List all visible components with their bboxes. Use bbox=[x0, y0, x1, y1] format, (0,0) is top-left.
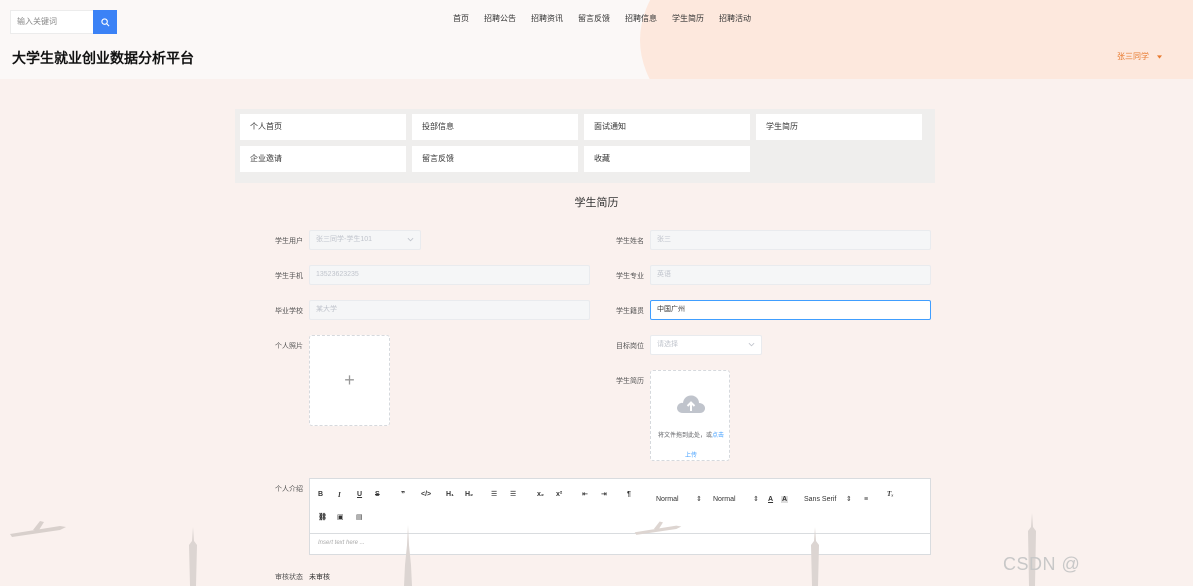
nav-events[interactable]: 招聘活动 bbox=[719, 13, 751, 24]
search-button[interactable] bbox=[93, 10, 117, 34]
phone-field[interactable]: 13523623235 bbox=[309, 265, 590, 285]
airplane-decoration bbox=[634, 521, 682, 535]
header: 输入关键词 首页 招聘公告 招聘资讯 留言反馈 招聘信息 学生简历 招聘活动 大… bbox=[0, 0, 1193, 79]
header-select[interactable]: Normal ⇕ bbox=[656, 495, 702, 503]
search-icon bbox=[100, 17, 109, 26]
phone-label: 学生手机 bbox=[275, 273, 303, 280]
photo-upload[interactable]: + bbox=[309, 335, 390, 426]
subscript-button[interactable]: x₂ bbox=[537, 491, 544, 498]
tower-decoration bbox=[189, 527, 197, 586]
school-label: 毕业学校 bbox=[275, 308, 303, 315]
major-field[interactable]: 英语 bbox=[650, 265, 931, 285]
menu-personal-home[interactable]: 个人首页 bbox=[240, 114, 406, 140]
h1-button[interactable]: H₁ bbox=[446, 491, 454, 498]
photo-label: 个人照片 bbox=[275, 343, 303, 350]
image-icon[interactable]: ▣ bbox=[337, 513, 344, 521]
site-title: 大学生就业创业数据分析平台 bbox=[12, 51, 194, 67]
school-field[interactable]: 某大学 bbox=[309, 300, 590, 320]
airplane-decoration bbox=[10, 521, 66, 537]
position-select[interactable]: 请选择 bbox=[650, 335, 762, 355]
editor-content[interactable]: Insert text here ... bbox=[318, 540, 365, 546]
position-placeholder: 请选择 bbox=[657, 341, 678, 348]
resume-upload[interactable]: 将文件拖到此处，或点击 上传 bbox=[650, 370, 730, 461]
bullet-list-icon[interactable]: ☰ bbox=[510, 490, 516, 498]
tower-decoration bbox=[1028, 513, 1036, 586]
caret-down-icon bbox=[1157, 54, 1162, 59]
font-select[interactable]: Sans Serif ⇕ bbox=[804, 495, 852, 503]
menu-feedback[interactable]: 留言反馈 bbox=[412, 146, 578, 172]
user-name: 张三同学 bbox=[1117, 52, 1149, 61]
origin-label: 学生籍贯 bbox=[616, 308, 644, 315]
nav-resume[interactable]: 学生简历 bbox=[672, 13, 704, 24]
student-name-field[interactable]: 张三 bbox=[650, 230, 931, 250]
student-user-label: 学生用户 bbox=[275, 238, 303, 245]
intro-label: 个人介绍 bbox=[275, 486, 303, 493]
superscript-button[interactable]: x² bbox=[556, 491, 562, 498]
code-icon[interactable]: </> bbox=[421, 491, 431, 498]
search-input[interactable]: 输入关键词 bbox=[10, 10, 93, 34]
nav-feedback[interactable]: 留言反馈 bbox=[578, 13, 610, 24]
plus-icon: + bbox=[344, 370, 355, 390]
menu-interview-notice[interactable]: 面试通知 bbox=[584, 114, 750, 140]
video-icon[interactable]: ▤ bbox=[356, 513, 363, 521]
outdent-icon[interactable]: ⇤ bbox=[582, 490, 588, 498]
major-label: 学生专业 bbox=[616, 273, 644, 280]
align-icon[interactable]: ≡ bbox=[864, 496, 868, 503]
menu-favorites[interactable]: 收藏 bbox=[584, 146, 750, 172]
user-menu[interactable]: 张三同学 bbox=[1117, 51, 1162, 62]
main-nav: 首页 招聘公告 招聘资讯 留言反馈 招聘信息 学生简历 招聘活动 bbox=[453, 13, 751, 24]
menu-company-invite[interactable]: 企业邀请 bbox=[240, 146, 406, 172]
bold-button[interactable]: B bbox=[318, 491, 323, 498]
tower-decoration bbox=[404, 525, 412, 586]
tower-decoration bbox=[811, 527, 819, 586]
position-label: 目标岗位 bbox=[616, 343, 644, 350]
chevron-down-icon bbox=[748, 342, 755, 347]
ordered-list-icon[interactable]: ☰ bbox=[491, 490, 497, 498]
upload-click-link[interactable]: 点击 bbox=[712, 433, 724, 439]
status-label: 审核状态 bbox=[275, 574, 303, 581]
strike-button[interactable]: S bbox=[375, 491, 380, 498]
student-user-select[interactable]: 张三同学-学生101 bbox=[309, 230, 421, 250]
text-color-icon[interactable]: A bbox=[768, 496, 773, 503]
underline-button[interactable]: U bbox=[357, 491, 362, 498]
chevron-down-icon bbox=[407, 237, 414, 242]
menu-student-resume[interactable]: 学生简历 bbox=[756, 114, 922, 140]
background-color-icon[interactable]: A bbox=[781, 496, 789, 503]
nav-home[interactable]: 首页 bbox=[453, 13, 469, 24]
csdn-watermark: CSDN @ bbox=[1003, 554, 1081, 574]
upload-link[interactable]: 上传 bbox=[651, 450, 731, 459]
menu-applications[interactable]: 投部信息 bbox=[412, 114, 578, 140]
form-title: 学生简历 bbox=[574, 197, 619, 209]
cloud-upload-icon bbox=[677, 395, 706, 413]
indent-icon[interactable]: ⇥ bbox=[601, 490, 607, 498]
nav-jobs[interactable]: 招聘信息 bbox=[625, 13, 657, 24]
origin-field[interactable]: 中国广州 bbox=[650, 300, 931, 320]
size-select[interactable]: Normal ⇕ bbox=[713, 495, 759, 503]
link-icon[interactable]: ⛓ bbox=[318, 513, 327, 521]
resume-label: 学生简历 bbox=[616, 378, 644, 385]
upload-hint: 将文件拖到此处，或点击 bbox=[657, 433, 725, 439]
nav-news[interactable]: 招聘资讯 bbox=[531, 13, 563, 24]
clear-format-icon[interactable]: Tₓ bbox=[887, 490, 894, 498]
blockquote-icon[interactable]: ❞ bbox=[401, 490, 405, 498]
student-name-label: 学生姓名 bbox=[616, 238, 644, 245]
text-direction-icon[interactable]: ¶ bbox=[627, 491, 631, 498]
header-decoration bbox=[640, 0, 1193, 79]
italic-button[interactable]: I bbox=[338, 491, 341, 499]
h2-button[interactable]: H₂ bbox=[465, 491, 473, 498]
student-user-value: 张三同学-学生101 bbox=[316, 236, 373, 243]
status-value: 未审核 bbox=[309, 574, 330, 581]
nav-announcement[interactable]: 招聘公告 bbox=[484, 13, 516, 24]
user-center-menu: 个人首页 投部信息 面试通知 学生简历 企业邀请 留言反馈 收藏 bbox=[235, 109, 935, 183]
